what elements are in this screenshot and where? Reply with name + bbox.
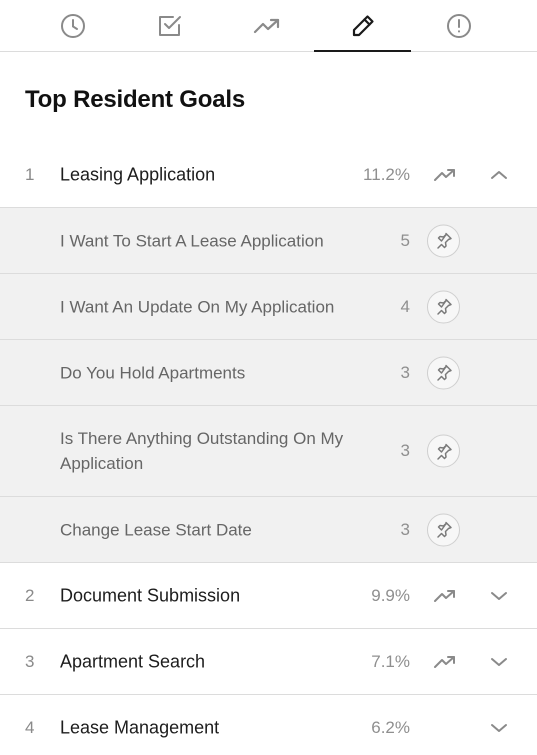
goal-percent: 6.2% — [371, 718, 410, 737]
goal-label: Apartment Search — [60, 651, 206, 671]
goal-row-document-submission[interactable]: 2 Document Submission 9.9% — [0, 563, 537, 629]
goal-percent: 11.2% — [363, 164, 410, 184]
checkbox-icon — [158, 15, 181, 36]
pin-icon — [436, 443, 452, 460]
subgoal-label: Do You Hold Apartments — [60, 363, 246, 382]
goal-row-apartment-search[interactable]: 3 Apartment Search 7.1% — [0, 629, 537, 695]
chevron-up-icon[interactable] — [489, 169, 509, 181]
goal-rank: 4 — [25, 718, 35, 737]
trending-up-icon[interactable] — [433, 588, 457, 604]
pin-icon — [436, 364, 452, 381]
chevron-down-icon[interactable] — [489, 656, 509, 668]
goal-rank: 2 — [25, 585, 35, 605]
pencil-icon — [352, 14, 374, 36]
subgoal-row: I Want To Start A Lease Application 5 — [0, 208, 537, 274]
subgoal-label: Is There Anything Outstanding On My Appl… — [60, 429, 344, 473]
goal-row-leasing-application[interactable]: 1 Leasing Application 11.2% — [0, 142, 537, 208]
trending-up-icon — [253, 18, 279, 33]
pin-button[interactable] — [427, 356, 460, 389]
subgoal-count: 3 — [400, 519, 410, 539]
pin-icon — [436, 521, 452, 538]
tab-history[interactable] — [24, 0, 121, 51]
goal-label: Lease Management — [60, 717, 220, 738]
pin-button[interactable] — [427, 224, 460, 257]
subgoal-label: Change Lease Start Date — [60, 520, 252, 539]
tab-bar — [0, 0, 537, 52]
goal-percent: 9.9% — [371, 585, 410, 605]
clock-icon — [60, 13, 85, 38]
pin-button[interactable] — [427, 513, 460, 546]
subgoal-label: I Want To Start A Lease Application — [60, 231, 324, 250]
tab-trends[interactable] — [218, 0, 315, 51]
subgoal-row: Is There Anything Outstanding On My Appl… — [0, 406, 537, 497]
tab-alerts[interactable] — [410, 0, 507, 51]
goal-label: Document Submission — [60, 585, 241, 605]
pin-icon — [436, 298, 452, 315]
goal-rank: 1 — [25, 164, 35, 184]
subgoal-count: 3 — [400, 362, 410, 382]
goal-percent: 7.1% — [371, 651, 410, 671]
goal-rank: 3 — [25, 651, 35, 671]
goal-row-lease-management[interactable]: 4 Lease Management 6.2% — [0, 695, 537, 755]
subgoal-row: Change Lease Start Date 3 — [0, 497, 537, 563]
chevron-down-icon[interactable] — [489, 722, 509, 734]
subgoal-count: 4 — [400, 296, 410, 316]
pin-button[interactable] — [427, 434, 460, 468]
chevron-down-icon[interactable] — [489, 590, 509, 602]
subgoal-row: Do You Hold Apartments 3 — [0, 340, 537, 406]
subgoal-row: I Want An Update On My Application 4 — [0, 274, 537, 340]
tab-edit[interactable] — [314, 0, 411, 52]
pin-icon — [436, 232, 452, 249]
subgoal-label: I Want An Update On My Application — [60, 297, 335, 316]
alert-circle-icon — [446, 13, 471, 38]
tab-tasks[interactable] — [121, 0, 218, 51]
subgoal-count: 5 — [400, 230, 410, 250]
page-title: Top Resident Goals — [25, 86, 245, 113]
goal-label: Leasing Application — [60, 164, 216, 184]
trending-up-icon[interactable] — [433, 167, 457, 183]
subgoal-count: 3 — [400, 441, 410, 460]
pin-button[interactable] — [427, 290, 460, 323]
trending-up-icon[interactable] — [433, 654, 457, 670]
